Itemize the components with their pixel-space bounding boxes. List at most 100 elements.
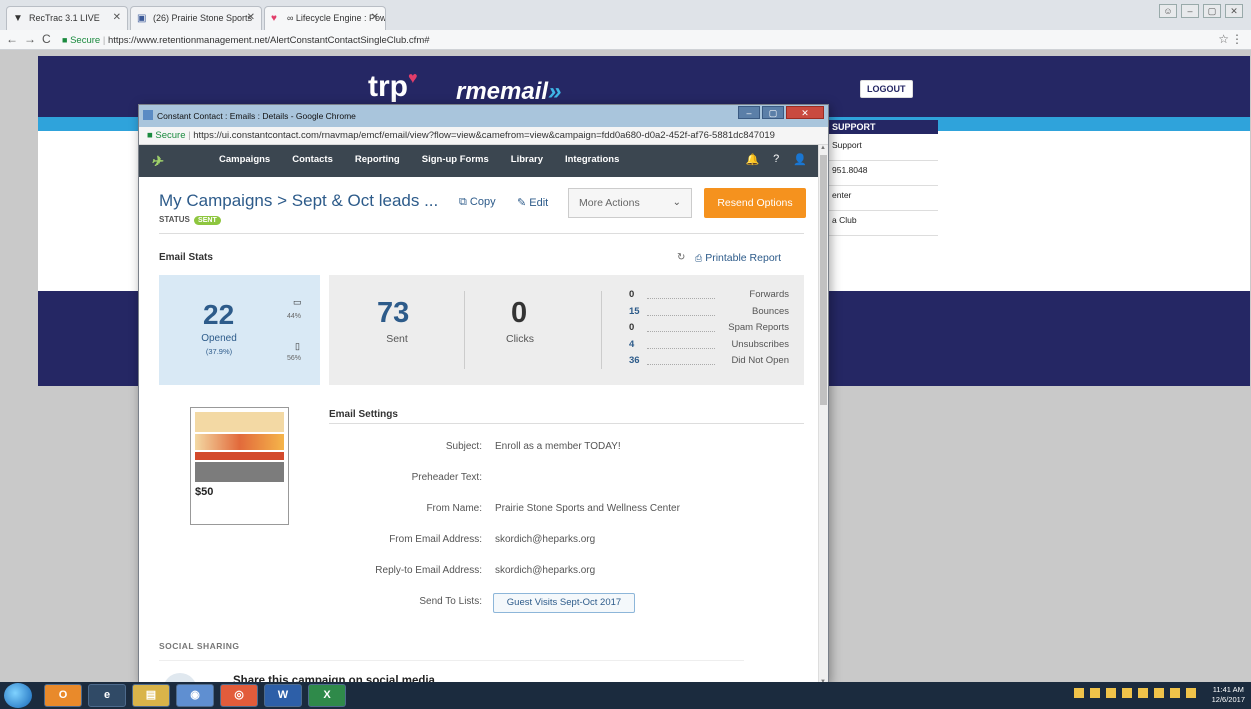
metric-bounces[interactable]: 15 Bounces — [629, 306, 789, 323]
more-actions-dropdown[interactable]: More Actions ⌄ — [568, 188, 692, 218]
metric-value: 0 — [629, 289, 635, 300]
internet-explorer-icon[interactable]: e — [88, 684, 126, 707]
file-explorer-icon[interactable]: ▤ — [132, 684, 170, 707]
support-tab[interactable]: SUPPORT — [828, 120, 938, 134]
metric-spam-reports[interactable]: 0 Spam Reports — [629, 322, 789, 339]
popup-scrollbar[interactable]: ▲ ▼ — [818, 145, 828, 683]
metric-label: Forwards — [749, 289, 789, 300]
tab-facebook[interactable]: ▣ (26) Prairie Stone Sports ✕ — [130, 6, 262, 30]
close-window-icon[interactable]: ✕ — [1225, 4, 1243, 18]
tray-icon[interactable] — [1154, 688, 1164, 698]
setting-label: From Email Address: — [389, 534, 482, 545]
restore-icon[interactable]: ▢ — [1203, 4, 1221, 18]
minimize-icon[interactable]: – — [738, 106, 760, 119]
constant-contact-logo-icon[interactable]: ✈ — [151, 153, 163, 170]
volume-icon[interactable] — [1186, 688, 1196, 698]
sent-stats-card: 73 Sent 0 Clicks 0 Forwards 15 Bounces 0… — [329, 275, 804, 385]
nav-integrations[interactable]: Integrations — [565, 154, 619, 165]
tray-icon[interactable] — [1090, 688, 1100, 698]
metric-unsubscribes[interactable]: 4 Unsubscribes — [629, 339, 789, 356]
resend-options-button[interactable]: Resend Options — [704, 188, 806, 218]
minimize-icon[interactable]: – — [1181, 4, 1199, 18]
outlook-app-icon[interactable]: O — [44, 684, 82, 707]
network-icon[interactable] — [1170, 688, 1180, 698]
close-window-icon[interactable]: ✕ — [786, 106, 824, 119]
printable-report-label: Printable Report — [705, 252, 782, 264]
metric-label: Unsubscribes — [731, 338, 789, 350]
nav-signup-forms[interactable]: Sign-up Forms — [422, 154, 489, 165]
menu-icon[interactable]: ⋮ — [1231, 32, 1243, 46]
excel-app-icon[interactable]: X — [308, 684, 346, 707]
edit-label: Edit — [529, 197, 549, 209]
nav-campaigns[interactable]: Campaigns — [219, 154, 270, 165]
metrics-list: 0 Forwards 15 Bounces 0 Spam Reports 4 U… — [629, 289, 789, 372]
printable-report-link[interactable]: ⎙ Printable Report — [695, 252, 781, 264]
user-icon[interactable]: ☺ — [1159, 4, 1177, 18]
thumbnail-stripe — [195, 452, 284, 460]
tray-icon[interactable] — [1074, 688, 1084, 698]
tray-icon[interactable] — [1106, 688, 1116, 698]
opened-percent: (37.9%) — [205, 347, 233, 356]
metric-value: 4 — [629, 338, 635, 350]
thumbnail-photo — [195, 462, 284, 482]
divider — [159, 233, 804, 234]
popup-url-text: https://ui.constantcontact.com/rnavmap/e… — [193, 130, 775, 141]
scroll-up-icon[interactable]: ▲ — [820, 145, 826, 151]
tray-icon[interactable] — [1122, 688, 1132, 698]
notifications-icon[interactable]: 🔔 — [745, 153, 759, 166]
setting-value: Prairie Stone Sports and Wellness Center — [495, 503, 680, 514]
close-icon[interactable]: ✕ — [113, 12, 121, 23]
scroll-thumb[interactable] — [820, 155, 827, 405]
chevron-down-icon: ⌄ — [672, 197, 681, 208]
setting-label: Subject: — [445, 441, 482, 452]
email-thumbnail[interactable]: $50 — [190, 407, 289, 525]
thumbnail-banner — [195, 434, 284, 450]
account-icon[interactable]: 👤 — [793, 153, 807, 166]
campaign-name: Sept & Oct leads ... — [291, 191, 439, 210]
back-icon[interactable]: ← — [6, 32, 18, 46]
thumbnail-price: $50 — [195, 486, 214, 498]
tray-icon[interactable] — [1138, 688, 1148, 698]
clock[interactable]: 11:41 AM 12/6/2017 — [1212, 685, 1245, 705]
start-button-icon[interactable] — [4, 683, 32, 708]
setting-subject: Subject: Enroll as a member TODAY! — [329, 441, 804, 459]
copy-icon: ⧉ — [459, 196, 467, 208]
tab-lifecycle[interactable]: ♥ ∞ Lifecycle Engine : Pow ✕ — [264, 6, 386, 30]
contact-list-chip[interactable]: Guest Visits Sept-Oct 2017 — [493, 593, 635, 613]
breadcrumb-my-campaigns[interactable]: My Campaigns — [159, 191, 272, 210]
clicks-count[interactable]: 0 — [511, 297, 527, 330]
close-icon[interactable]: ✕ — [371, 12, 379, 23]
metric-did-not-open[interactable]: 36 Did Not Open — [629, 355, 789, 372]
clicks-label: Clicks — [506, 333, 534, 345]
word-app-icon[interactable]: W — [264, 684, 302, 707]
forward-icon[interactable]: → — [24, 32, 36, 46]
sent-count[interactable]: 73 — [377, 297, 409, 330]
nav-reporting[interactable]: Reporting — [355, 154, 400, 165]
opened-stat-card[interactable]: 22 Opened (37.9%) ▭ 44% ▯ 56% — [159, 275, 320, 385]
bookmark-star-icon[interactable]: ☆ — [1218, 32, 1229, 46]
close-icon[interactable]: ✕ — [247, 12, 255, 23]
copy-button[interactable]: ⧉ Copy — [459, 196, 496, 209]
popup-url-bar[interactable]: ■ Secure | https://ui.constantcontact.co… — [139, 127, 828, 145]
metric-forwards[interactable]: 0 Forwards — [629, 289, 789, 306]
nav-library[interactable]: Library — [511, 154, 543, 165]
reload-icon[interactable]: C — [42, 32, 51, 46]
support-item[interactable]: a Club — [828, 211, 938, 236]
nav-contacts[interactable]: Contacts — [292, 154, 333, 165]
edit-button[interactable]: ✎ Edit — [517, 196, 548, 209]
maximize-icon[interactable]: ▢ — [762, 106, 784, 119]
support-item[interactable]: Support — [828, 136, 938, 161]
setting-label: From Name: — [426, 503, 482, 514]
chrome-app-icon[interactable]: ◉ — [176, 684, 214, 707]
facebook-favicon-icon: ▣ — [137, 13, 147, 24]
system-tray — [1074, 688, 1196, 698]
app-icon[interactable]: ◎ — [220, 684, 258, 707]
tab-rectrac[interactable]: ▼ RecTrac 3.1 LIVE ✕ — [6, 6, 128, 30]
printer-icon: ⎙ — [695, 253, 703, 263]
support-item[interactable]: enter — [828, 186, 938, 211]
logout-button[interactable]: LOGOUT — [860, 80, 913, 98]
url-input[interactable]: ■ Secure | https://www.retentionmanageme… — [62, 32, 1212, 48]
metric-value: 36 — [629, 355, 640, 367]
refresh-icon[interactable]: ↻ — [677, 252, 685, 263]
help-icon[interactable]: ? — [773, 153, 779, 166]
